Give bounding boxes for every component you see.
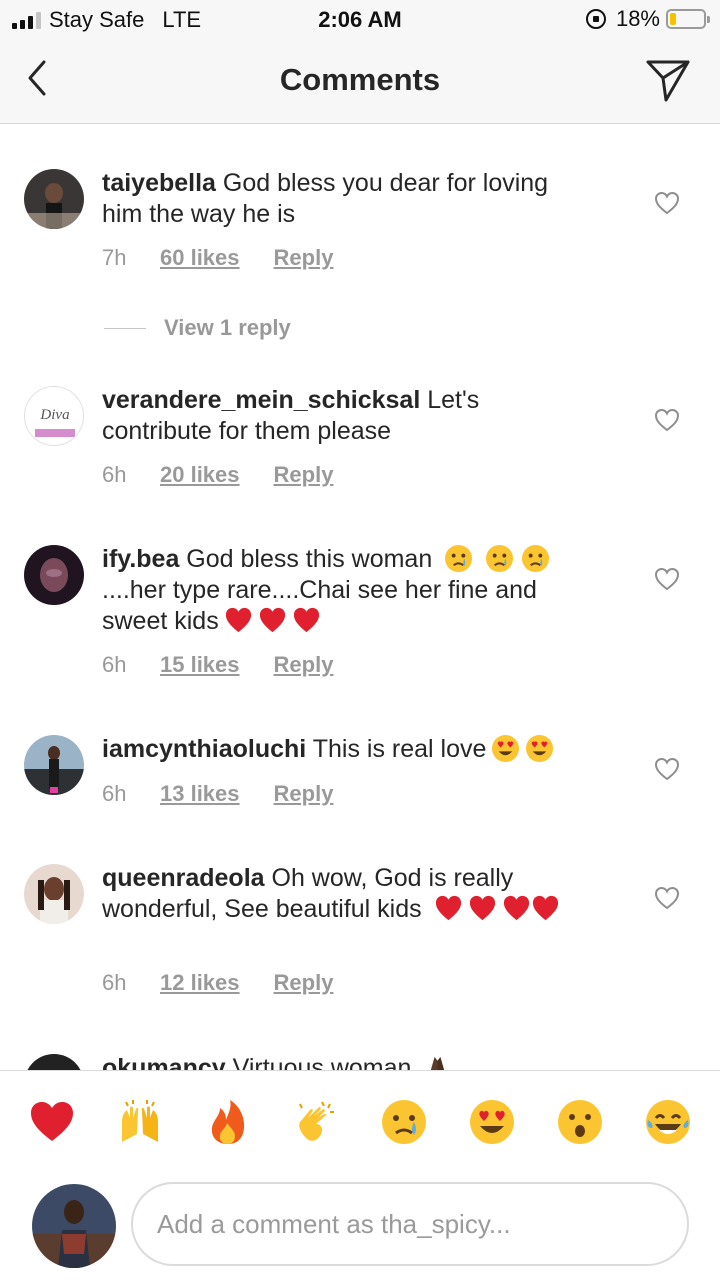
orientation-lock-icon [585, 9, 606, 29]
reply-button[interactable]: Reply [274, 970, 334, 996]
like-heart-icon[interactable] [654, 408, 680, 432]
reply-button[interactable]: Reply [274, 245, 334, 271]
reply-button[interactable]: Reply [274, 652, 334, 678]
comment-input[interactable] [131, 1182, 689, 1266]
reply-button[interactable]: Reply [274, 462, 334, 488]
comment-text: This is real love [312, 735, 487, 763]
comment-likes[interactable]: 20 likes [160, 462, 240, 488]
comment-time: 6h [102, 781, 127, 806]
crying-face-emoji [522, 544, 550, 573]
status-bar: Stay Safe LTE 2:06 AM 18% [0, 0, 720, 40]
comment-username[interactable]: ify.bea [102, 545, 179, 573]
praying-hands-emoji [431, 1056, 445, 1070]
emoji-quick-bar [0, 1070, 720, 1175]
comment-username[interactable]: iamcynthiaoluchi [102, 735, 306, 763]
laughing-tears-emoji-button[interactable] [644, 1098, 692, 1146]
send-icon[interactable] [644, 56, 692, 104]
heart-eyes-emoji-button[interactable] [468, 1098, 516, 1146]
avatar[interactable] [24, 545, 84, 605]
heart-eyes-emoji [526, 734, 554, 763]
comment-username[interactable]: queenradeola [102, 864, 265, 892]
like-heart-icon[interactable] [654, 567, 680, 591]
page-title: Comments [279, 62, 441, 97]
comment-time: 6h [102, 652, 127, 677]
comment-username[interactable]: taiyebella [102, 169, 216, 197]
crying-face-emoji [445, 544, 473, 573]
comment-time: 7h [102, 245, 127, 270]
comment-time: 6h [102, 462, 127, 487]
avatar[interactable]: Diva [24, 386, 84, 446]
comment-likes[interactable]: 15 likes [160, 652, 240, 678]
view-replies-label: View 1 reply [164, 315, 291, 340]
comment-time: 6h [102, 970, 127, 995]
comment-composer [0, 1175, 720, 1280]
comment-username[interactable]: okumancy [102, 1054, 226, 1070]
red-heart-emoji [435, 895, 461, 921]
comment-likes[interactable]: 60 likes [160, 245, 240, 271]
surprised-face-emoji-button[interactable] [556, 1098, 604, 1146]
raised-hands-emoji-button[interactable] [116, 1098, 164, 1146]
divider [104, 327, 146, 329]
red-heart-emoji [225, 607, 251, 633]
comment-username[interactable]: verandere_mein_schicksal [102, 386, 420, 414]
comment-likes[interactable]: 13 likes [160, 781, 240, 807]
red-heart-emoji [503, 895, 529, 921]
clapping-hands-emoji-button[interactable] [292, 1098, 340, 1146]
crying-face-emoji-button[interactable] [380, 1098, 428, 1146]
like-heart-icon[interactable] [654, 757, 680, 781]
red-heart-emoji [469, 895, 495, 921]
red-heart-emoji [259, 607, 285, 633]
avatar[interactable] [24, 735, 84, 795]
comment-text: Virtuous woman [232, 1054, 412, 1070]
avatar[interactable] [24, 1054, 84, 1070]
comment-text: God bless this woman [186, 545, 433, 573]
heart-eyes-emoji [492, 734, 520, 763]
nav-bar: Comments [0, 40, 720, 124]
crying-face-emoji [486, 544, 514, 573]
like-heart-icon[interactable] [654, 886, 680, 910]
current-user-avatar [32, 1184, 116, 1268]
avatar-logo-text: Diva [39, 407, 69, 423]
reply-button[interactable]: Reply [274, 781, 334, 807]
view-replies-button[interactable]: View 1 reply [104, 315, 291, 341]
heart-emoji-button[interactable] [28, 1098, 76, 1146]
red-heart-emoji [293, 607, 319, 633]
avatar[interactable] [24, 169, 84, 229]
like-heart-icon[interactable] [654, 191, 680, 215]
avatar[interactable] [24, 864, 84, 924]
red-heart-emoji [532, 895, 558, 921]
battery-icon [666, 9, 710, 29]
comment-likes[interactable]: 12 likes [160, 970, 240, 996]
fire-emoji-button[interactable] [204, 1098, 252, 1146]
comments-list: taiyebella God bless you dear for loving… [0, 125, 720, 1070]
battery-percentage: 18% [615, 6, 660, 31]
battery-fill [670, 13, 676, 25]
